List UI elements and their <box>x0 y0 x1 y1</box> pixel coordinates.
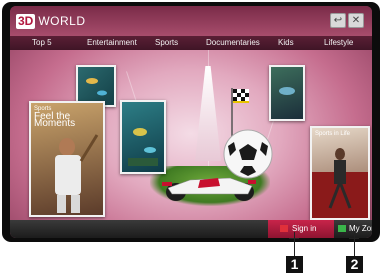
tile-nature[interactable] <box>269 65 305 121</box>
callout-1: 1 <box>286 256 303 273</box>
menu-item-kids[interactable]: Kids <box>278 36 294 50</box>
fish-icon <box>86 78 107 96</box>
diver-icon <box>128 128 158 166</box>
app-logo: 3D WORLD <box>16 13 86 29</box>
logo-badge: 3D <box>16 13 36 29</box>
sign-in-label: Sign in <box>292 224 317 233</box>
tile-label: Sports Feel the Moments <box>34 106 103 129</box>
menu-item-documentaries[interactable]: Documentaries <box>206 36 260 50</box>
callout-tick-1 <box>289 238 299 239</box>
3d-world-screen: 3D WORLD ↩ ✕ Top 5 Entertainment Sports … <box>10 6 372 238</box>
menu-item-entertainment[interactable]: Entertainment <box>87 36 137 50</box>
sign-in-button[interactable]: Sign in <box>268 220 334 238</box>
menu-item-sports[interactable]: Sports <box>155 36 178 50</box>
callout-line-2 <box>354 232 355 256</box>
back-button[interactable]: ↩ <box>330 13 346 28</box>
logo-text: WORLD <box>38 14 86 28</box>
tile-sports-feel-moments[interactable]: Sports Feel the Moments <box>29 101 105 217</box>
callout-line-1 <box>294 232 295 256</box>
close-button[interactable]: ✕ <box>348 13 364 28</box>
callout-tick-2 <box>349 238 359 239</box>
green-key-icon <box>338 225 346 232</box>
tile-underwater[interactable] <box>120 100 166 174</box>
baseball-player-icon <box>55 134 99 213</box>
race-car-icon <box>162 177 256 201</box>
tv-frame: 3D WORLD ↩ ✕ Top 5 Entertainment Sports … <box>2 2 380 242</box>
tile-sports-in-life[interactable]: Sports in Life <box>310 126 370 220</box>
bottom-bar: Sign in My Zone <box>10 220 372 238</box>
red-key-icon <box>280 225 288 232</box>
menu-item-lifestyle[interactable]: Lifestyle <box>324 36 353 50</box>
title-bar: 3D WORLD ↩ ✕ <box>10 6 372 36</box>
menu-item-top5[interactable]: Top 5 <box>32 36 52 50</box>
back-icon: ↩ <box>333 15 343 26</box>
tile-title: Sports in Life <box>315 131 351 137</box>
tower-graphic <box>195 66 221 161</box>
callout-2: 2 <box>346 256 363 273</box>
fish-icon <box>279 87 295 95</box>
close-icon: ✕ <box>351 15 361 26</box>
my-zone-label: My Zone <box>349 224 372 233</box>
category-menu: Top 5 Entertainment Sports Documentaries… <box>10 36 372 50</box>
runner-icon <box>312 148 368 218</box>
